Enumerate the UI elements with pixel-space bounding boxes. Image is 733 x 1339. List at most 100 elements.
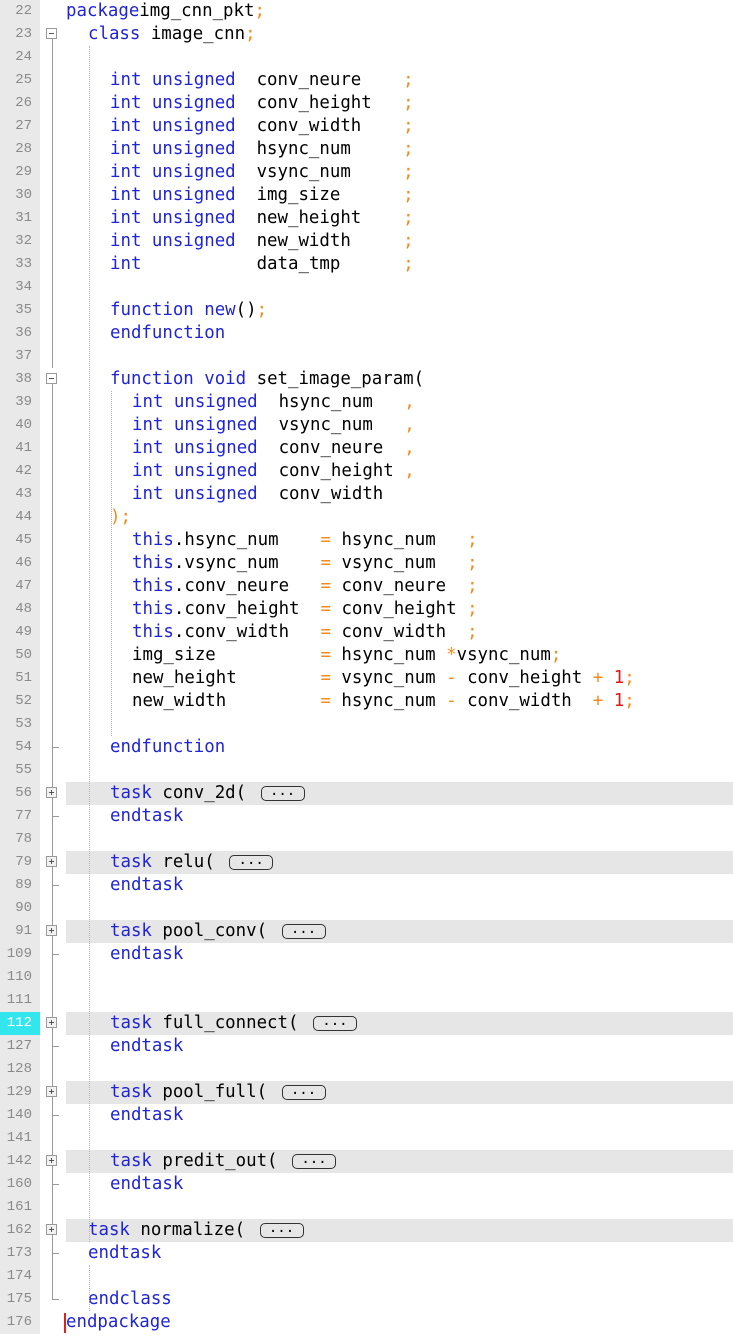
code-line[interactable]: 91 task pool_conv( ...	[0, 920, 733, 943]
code-line[interactable]: 28 int unsigned hsync_num ;	[0, 138, 733, 161]
code-line[interactable]: 25 int unsigned conv_neure ;	[0, 69, 733, 92]
fold-margin	[40, 46, 66, 69]
fold-line	[52, 391, 53, 414]
keyword-token: endtask	[110, 1036, 184, 1056]
code-line[interactable]: 52 new_width = hsync_num - conv_width + 1…	[0, 690, 733, 713]
code-line[interactable]: 37	[0, 345, 733, 368]
code-text: endtask	[66, 1104, 733, 1127]
code-line[interactable]: 32 int unsigned new_width ;	[0, 230, 733, 253]
code-line[interactable]: 42 int unsigned conv_height ,	[0, 460, 733, 483]
fold-margin	[40, 874, 66, 897]
code-line[interactable]: 140 endtask	[0, 1104, 733, 1127]
code-line[interactable]: 46 this.vsync_num = vsync_num ;	[0, 552, 733, 575]
line-number: 25	[15, 72, 32, 88]
code-line[interactable]: 162 task normalize( ...	[0, 1219, 733, 1242]
code-line[interactable]: 30 int unsigned img_size ;	[0, 184, 733, 207]
code-line[interactable]: 55	[0, 759, 733, 782]
code-line[interactable]: 48 this.conv_height = conv_height ;	[0, 598, 733, 621]
code-line[interactable]: 53	[0, 713, 733, 736]
code-text: class image_cnn;	[66, 23, 733, 46]
code-line[interactable]: 27 int unsigned conv_width ;	[0, 115, 733, 138]
code-line[interactable]: 89 endtask	[0, 874, 733, 897]
code-line[interactable]: 26 int unsigned conv_height ;	[0, 92, 733, 115]
fold-expand-icon[interactable]	[46, 925, 57, 936]
code-line[interactable]: 43 int unsigned conv_width	[0, 483, 733, 506]
line-number: 78	[15, 831, 32, 847]
code-line[interactable]: 50 img_size = hsync_num *vsync_num;	[0, 644, 733, 667]
code-line[interactable]: 161	[0, 1196, 733, 1219]
folded-code-ellipsis[interactable]: ...	[260, 784, 305, 801]
code-line[interactable]: 39 int unsigned hsync_num ,	[0, 391, 733, 414]
code-line[interactable]: 34	[0, 276, 733, 299]
code-line[interactable]: 112 task full_connect( ...	[0, 1012, 733, 1035]
code-line[interactable]: 36 endfunction	[0, 322, 733, 345]
line-number: 38	[15, 371, 32, 387]
code-line[interactable]: 23 class image_cnn;	[0, 23, 733, 46]
folded-code-ellipsis[interactable]: ...	[259, 1221, 304, 1238]
code-line[interactable]: 54 endfunction	[0, 736, 733, 759]
keyword-token: this	[132, 553, 174, 573]
code-line[interactable]: 45 this.hsync_num = hsync_num ;	[0, 529, 733, 552]
punctuation-token: =	[320, 576, 331, 596]
code-line[interactable]: 129 task pool_full( ...	[0, 1081, 733, 1104]
fold-expand-icon[interactable]	[46, 856, 57, 867]
fold-line	[52, 713, 53, 736]
code-line[interactable]: 33 int data_tmp ;	[0, 253, 733, 276]
code-line[interactable]: 35 function new();	[0, 299, 733, 322]
line-number-gutter: 27	[0, 115, 40, 138]
code-line[interactable]: 40 int unsigned vsync_num ,	[0, 414, 733, 437]
code-line[interactable]: 109 endtask	[0, 943, 733, 966]
fold-margin	[40, 851, 66, 874]
code-line[interactable]: 22 packageimg_cnn_pkt;	[0, 0, 733, 23]
code-line[interactable]: 174	[0, 1265, 733, 1288]
fold-expand-icon[interactable]	[46, 1224, 57, 1235]
code-line[interactable]: 110	[0, 966, 733, 989]
code-line[interactable]: 41 int unsigned conv_neure ,	[0, 437, 733, 460]
fold-collapse-icon[interactable]	[46, 28, 57, 39]
fold-margin	[40, 989, 66, 1012]
code-line[interactable]: 175 endclass	[0, 1288, 733, 1311]
code-editor[interactable]: 22 packageimg_cnn_pkt; 23 class image_cnn; 2…	[0, 0, 733, 1339]
folded-code-ellipsis[interactable]: ...	[281, 922, 326, 939]
code-line[interactable]: 173 endtask	[0, 1242, 733, 1265]
folded-code-ellipsis[interactable]: ...	[229, 853, 274, 870]
keyword-token: int unsigned	[110, 208, 236, 228]
identifier-token: new_height	[235, 208, 404, 228]
folded-code-ellipsis[interactable]: ...	[281, 1083, 326, 1100]
code-line[interactable]: 44);	[0, 506, 733, 529]
code-line[interactable]: 176 endpackage	[0, 1311, 733, 1334]
code-line[interactable]: 47 this.conv_neure = conv_neure ;	[0, 575, 733, 598]
folded-code-ellipsis[interactable]: ...	[292, 1152, 337, 1169]
code-line[interactable]: 127 endtask	[0, 1035, 733, 1058]
punctuation-token: ;	[467, 530, 478, 550]
punctuation-token: ;	[624, 691, 635, 711]
line-number-gutter: 47	[0, 575, 40, 598]
code-line[interactable]: 31 int unsigned new_height ;	[0, 207, 733, 230]
punctuation-token: ;	[467, 622, 478, 642]
punctuation-token: =	[320, 668, 331, 688]
code-line[interactable]: 79 task relu( ...	[0, 851, 733, 874]
code-line[interactable]: 78	[0, 828, 733, 851]
code-line[interactable]: 51 new_height = vsync_num - conv_height +…	[0, 667, 733, 690]
code-line[interactable]: 128	[0, 1058, 733, 1081]
identifier-token: ()	[235, 300, 257, 320]
code-line[interactable]: 77 endtask	[0, 805, 733, 828]
code-line[interactable]: 56 task conv_2d( ...	[0, 782, 733, 805]
fold-expand-icon[interactable]	[46, 1086, 57, 1097]
code-line[interactable]: 24	[0, 46, 733, 69]
code-line[interactable]: 160 endtask	[0, 1173, 733, 1196]
fold-expand-icon[interactable]	[46, 787, 57, 798]
fold-expand-icon[interactable]	[46, 1017, 57, 1028]
fold-expand-icon[interactable]	[46, 1155, 57, 1166]
code-line[interactable]: 90	[0, 897, 733, 920]
code-line[interactable]: 38 function void set_image_param(	[0, 368, 733, 391]
code-line[interactable]: 49 this.conv_width = conv_width ;	[0, 621, 733, 644]
code-line[interactable]: 29 int unsigned vsync_num ;	[0, 161, 733, 184]
code-line[interactable]: 111	[0, 989, 733, 1012]
fold-collapse-icon[interactable]	[46, 373, 57, 384]
line-number-gutter: 31	[0, 207, 40, 230]
code-line[interactable]: 141	[0, 1127, 733, 1150]
code-line[interactable]: 142 task predit_out( ...	[0, 1150, 733, 1173]
folded-code-ellipsis[interactable]: ...	[312, 1014, 357, 1031]
line-number-gutter: 160	[0, 1173, 40, 1196]
